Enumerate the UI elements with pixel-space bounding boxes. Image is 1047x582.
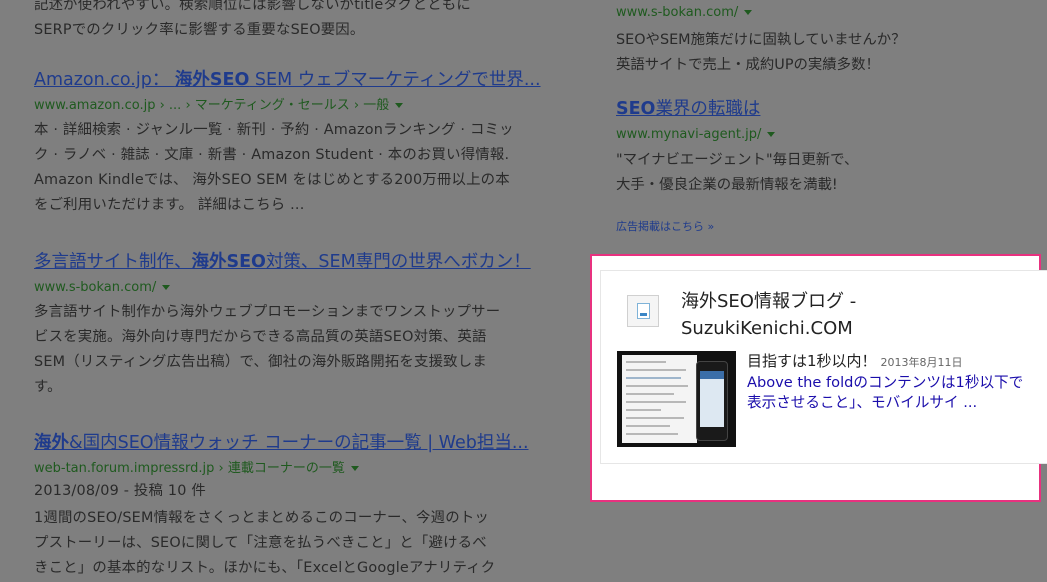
result-snippet: 多言語サイト制作から海外ウェブプロモーションまでワンストップサー ビスを実施。海… xyxy=(34,304,501,395)
post-date: 2013年8月11日 xyxy=(880,356,963,369)
ad-url: www.s-bokan.com/ xyxy=(616,3,1036,23)
result-url: web-tan.forum.impressrd.jp › 連載コーナーの一覧 xyxy=(34,459,554,479)
phone-mockup-icon xyxy=(696,361,728,441)
ad-block: www.s-bokan.com/ SEOやSEM施策だけに固執していませんか？ … xyxy=(616,3,1036,78)
caret-down-icon[interactable] xyxy=(350,466,359,471)
ad-text: "マイナビエージェント"毎日更新で、 xyxy=(616,152,859,168)
ad-text: 大手・優良企業の最新情報を満載! xyxy=(616,177,838,193)
result-date-meta: 2013/08/09 - 投稿 10 件 xyxy=(34,483,206,499)
result-title-link[interactable]: 多言語サイト制作、海外SEO対策、SEM専門の世界へボカン！ xyxy=(34,250,544,274)
caret-down-icon[interactable] xyxy=(162,285,171,290)
author-card: 海外SEO情報ブログ - SuzukiKenichi.COM 目指すは1秒以内！… xyxy=(600,270,1047,464)
ads-footer-link[interactable]: 広告掲載はこちら » xyxy=(616,218,714,234)
result-title-link[interactable]: 海外&国内SEO情報ウォッチ コーナーの記事一覧 | Web担当... xyxy=(34,431,544,455)
post-heading: 目指すは1秒以内！ 2013年8月11日 xyxy=(747,352,963,370)
search-result: Amazon.co.jp： 海外SEO SEM ウェブマーケティングで世界...… xyxy=(34,68,554,218)
result-title-link[interactable]: Amazon.co.jp： 海外SEO SEM ウェブマーケティングで世界... xyxy=(34,68,544,92)
caret-down-icon[interactable] xyxy=(744,10,753,15)
ad-title-link[interactable]: SEO業界の転職は xyxy=(616,99,760,119)
card-title[interactable]: 海外SEO情報ブログ - SuzukiKenichi.COM xyxy=(681,288,901,342)
ad-text: 英語サイトで売上・成約UPの実績多数！ xyxy=(616,57,880,73)
post-link[interactable]: Above the foldのコンテンツは1秒以下で 表示させること」、モバイル… xyxy=(747,373,1042,413)
ad-block: SEO業界の転職は www.mynavi-agent.jp/ "マイナビエージェ… xyxy=(616,97,1036,198)
result-snippet: 1週間のSEO/SEM情報をさくっとまとめるこのコーナー、今週のトッ プストーリ… xyxy=(34,510,496,576)
previous-result-snippet: 記述が使われやすい。検索順位には影響しないがtitleタグとともに SERPでの… xyxy=(34,0,471,38)
search-result: 海外&国内SEO情報ウォッチ コーナーの記事一覧 | Web担当... web-… xyxy=(34,431,554,581)
result-snippet: 本 · 詳細検索 · ジャンル一覧 · 新刊 · 予約 · Amazonランキン… xyxy=(34,122,514,213)
result-url: www.s-bokan.com/ xyxy=(34,278,554,298)
result-url: www.amazon.co.jp › ... › マーケティング・セールス › … xyxy=(34,96,554,116)
caret-down-icon[interactable] xyxy=(395,103,404,108)
post-thumbnail[interactable] xyxy=(617,351,736,447)
site-favicon-icon xyxy=(627,295,659,327)
search-result: 多言語サイト制作、海外SEO対策、SEM専門の世界へボカン！ www.s-bok… xyxy=(34,250,554,400)
ad-text: SEOやSEM施策だけに固執していませんか？ xyxy=(616,32,906,48)
caret-down-icon[interactable] xyxy=(767,132,776,137)
ad-url: www.mynavi-agent.jp/ xyxy=(616,125,1036,145)
